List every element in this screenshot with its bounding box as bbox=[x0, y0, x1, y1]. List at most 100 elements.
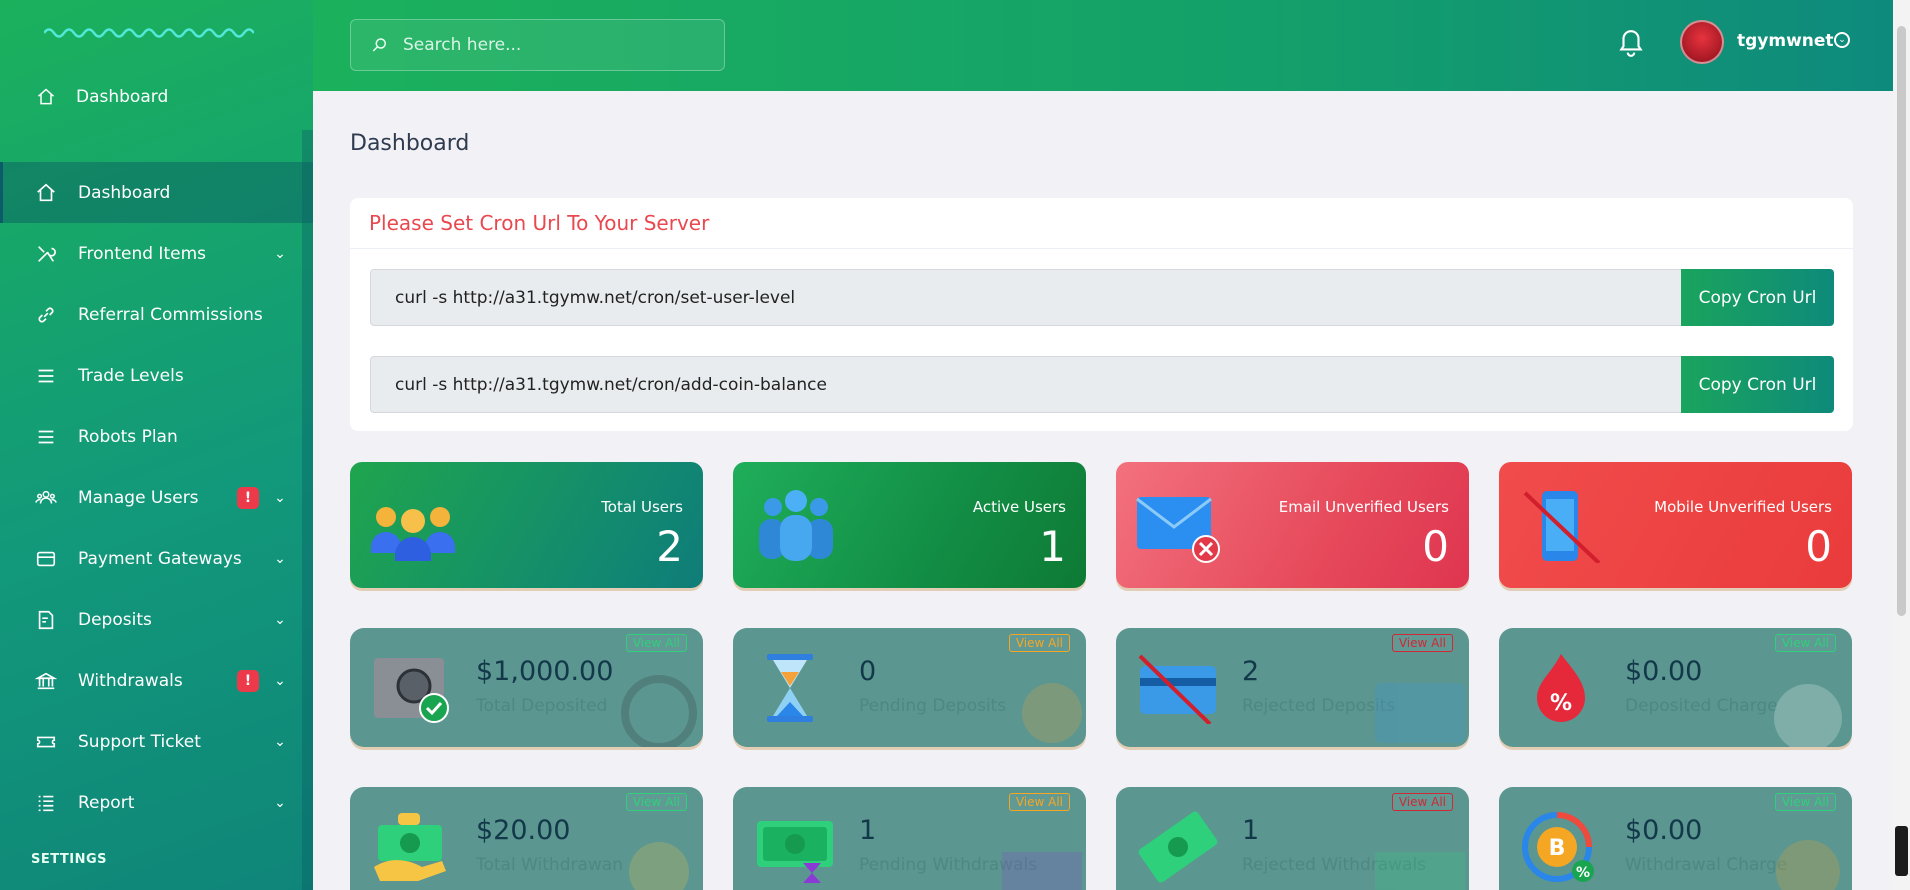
bitcoin-percent-icon: B % bbox=[1522, 812, 1594, 882]
hourglass-ghost-icon bbox=[1022, 683, 1082, 743]
search-icon bbox=[372, 38, 386, 52]
sidebar-item-label: Referral Commissions bbox=[78, 304, 263, 325]
cron-url-field[interactable]: curl -s http://a31.tgymw.net/cron/set-us… bbox=[370, 269, 1681, 326]
chevron-down-icon: ⌄ bbox=[274, 794, 286, 811]
cron-row: curl -s http://a31.tgymw.net/cron/add-co… bbox=[370, 356, 1834, 413]
stat-card-active-users[interactable]: Active Users 1 bbox=[733, 462, 1086, 588]
sidebar-item-label: Trade Levels bbox=[78, 365, 184, 386]
card-withdrawal-charge[interactable]: View All B % $0.00 Withdrawal Charge bbox=[1499, 787, 1852, 890]
card-amount: $0.00 bbox=[1625, 815, 1703, 846]
sidebar-item-dashboard[interactable]: Dashboard bbox=[0, 162, 313, 223]
card-amount: $1,000.00 bbox=[476, 656, 614, 687]
sidebar-item-label: Payment Gateways bbox=[78, 548, 242, 569]
sidebar-top-dashboard[interactable]: Dashboard bbox=[0, 82, 313, 112]
cron-title: Please Set Cron Url To Your Server bbox=[350, 198, 1853, 249]
home-icon bbox=[38, 88, 54, 105]
search-box[interactable] bbox=[350, 19, 725, 71]
warning-badge: ! bbox=[237, 486, 259, 509]
safe-ghost-icon bbox=[621, 675, 697, 747]
card-pending-withdrawals[interactable]: View All 1 Pending Withdrawals bbox=[733, 787, 1086, 890]
view-all-link[interactable]: View All bbox=[1008, 634, 1070, 652]
list-icon bbox=[34, 425, 58, 449]
sidebar-item-label: Report bbox=[78, 792, 135, 813]
card-amount: 0 bbox=[859, 656, 877, 687]
sidebar-item-report[interactable]: Report ⌄ bbox=[0, 772, 313, 833]
chevron-down-icon: ⌄ bbox=[274, 550, 286, 567]
stat-value: 0 bbox=[1805, 522, 1832, 571]
view-all-link[interactable]: View All bbox=[1774, 634, 1836, 652]
sidebar-item-withdrawals[interactable]: Withdrawals ! ⌄ bbox=[0, 650, 313, 711]
card-rejected-deposits[interactable]: View All 2 Rejected Deposits bbox=[1116, 628, 1469, 747]
credit-card-icon bbox=[34, 547, 58, 571]
card-amount: $20.00 bbox=[476, 815, 571, 846]
sidebar-top-label: Dashboard bbox=[76, 87, 169, 107]
cash-ghost-icon bbox=[1002, 852, 1082, 890]
safe-icon bbox=[374, 658, 449, 723]
notification-bell-icon[interactable] bbox=[1618, 28, 1644, 58]
view-all-link[interactable]: View All bbox=[1391, 793, 1453, 811]
card-total-withdrawan[interactable]: View All $20.00 Total Withdrawan bbox=[350, 787, 703, 890]
chevron-down-icon: ⌄ bbox=[274, 245, 286, 262]
search-input[interactable] bbox=[403, 35, 703, 55]
svg-text:B: B bbox=[1549, 836, 1566, 861]
stat-label: Mobile Unverified Users bbox=[1654, 498, 1832, 516]
view-all-link[interactable]: View All bbox=[1391, 634, 1453, 652]
card-label: Total Deposited bbox=[476, 696, 608, 716]
email-unverified-icon bbox=[1136, 497, 1220, 563]
sidebar-item-label: Support Ticket bbox=[78, 731, 201, 752]
card-deposited-charge[interactable]: View All % $0.00 Deposited Charge bbox=[1499, 628, 1852, 747]
card-total-deposited[interactable]: View All $1,000.00 Total Deposited bbox=[350, 628, 703, 747]
sidebar-item-support-ticket[interactable]: Support Ticket ⌄ bbox=[0, 711, 313, 772]
stat-card-email-unverified[interactable]: Email Unverified Users 0 bbox=[1116, 462, 1469, 588]
sidebar-item-manage-users[interactable]: Manage Users ! ⌄ bbox=[0, 467, 313, 528]
chevron-down-icon[interactable]: ⌄ bbox=[1834, 32, 1850, 48]
view-all-link[interactable]: View All bbox=[625, 634, 687, 652]
topbar: tgymwnet ⌄ bbox=[313, 0, 1893, 91]
cash-ghost-icon bbox=[1375, 852, 1465, 890]
cron-card: Please Set Cron Url To Your Server curl … bbox=[350, 198, 1853, 431]
card-rejected-withdrawals[interactable]: View All 1 Rejected Withdrawals bbox=[1116, 787, 1469, 890]
view-all-link[interactable]: View All bbox=[625, 793, 687, 811]
username[interactable]: tgymwnet bbox=[1737, 31, 1834, 51]
sidebar-item-robots-plan[interactable]: Robots Plan bbox=[0, 406, 313, 467]
sidebar-item-label: Frontend Items bbox=[78, 243, 206, 264]
bank-icon bbox=[34, 669, 58, 693]
sidebar-item-deposits[interactable]: Deposits ⌄ bbox=[0, 589, 313, 650]
percent-flame-icon: % bbox=[1537, 654, 1585, 722]
sidebar-item-label: Withdrawals bbox=[78, 670, 183, 691]
cron-url-field[interactable]: curl -s http://a31.tgymw.net/cron/add-co… bbox=[370, 356, 1681, 413]
avatar[interactable] bbox=[1680, 20, 1724, 64]
chevron-down-icon: ⌄ bbox=[274, 611, 286, 628]
sidebar-item-trade-levels[interactable]: Trade Levels bbox=[0, 345, 313, 406]
copy-cron-url-button[interactable]: Copy Cron Url bbox=[1681, 269, 1834, 326]
card-amount: 2 bbox=[1242, 656, 1260, 687]
page-scrollbar[interactable] bbox=[1893, 0, 1910, 890]
cron-row: curl -s http://a31.tgymw.net/cron/set-us… bbox=[370, 269, 1834, 326]
view-all-link[interactable]: View All bbox=[1774, 793, 1836, 811]
sidebar-item-payment-gateways[interactable]: Payment Gateways ⌄ bbox=[0, 528, 313, 589]
stat-label: Total Users bbox=[601, 498, 683, 516]
sidebar-menu: Dashboard Frontend Items ⌄ Referral Comm… bbox=[0, 162, 313, 833]
copy-cron-url-button[interactable]: Copy Cron Url bbox=[1681, 356, 1834, 413]
mobile-unverified-icon bbox=[1523, 491, 1601, 563]
stat-card-mobile-unverified[interactable]: Mobile Unverified Users 0 bbox=[1499, 462, 1852, 588]
scrollbar-thumb[interactable] bbox=[1897, 26, 1906, 616]
sidebar-item-referral-commissions[interactable]: Referral Commissions bbox=[0, 284, 313, 345]
users-group-icon bbox=[371, 507, 455, 561]
sidebar-item-frontend-items[interactable]: Frontend Items ⌄ bbox=[0, 223, 313, 284]
view-all-link[interactable]: View All bbox=[1008, 793, 1070, 811]
cash-ghost-icon bbox=[629, 842, 689, 890]
card-amount: $0.00 bbox=[1625, 656, 1703, 687]
chevron-down-icon: ⌄ bbox=[274, 672, 286, 689]
card-rejected-icon bbox=[1138, 654, 1216, 724]
tools-icon bbox=[34, 242, 58, 266]
card-amount: 1 bbox=[1242, 815, 1260, 846]
stat-card-total-users[interactable]: Total Users 2 bbox=[350, 462, 703, 588]
card-pending-deposits[interactable]: View All 0 Pending Deposits bbox=[733, 628, 1086, 747]
svg-text:%: % bbox=[1550, 691, 1572, 716]
stat-label: Active Users bbox=[972, 498, 1066, 516]
floating-widget[interactable] bbox=[1895, 826, 1908, 876]
ticket-icon bbox=[34, 730, 58, 754]
list-icon bbox=[34, 364, 58, 388]
bitcoin-ghost-icon bbox=[1776, 840, 1840, 890]
